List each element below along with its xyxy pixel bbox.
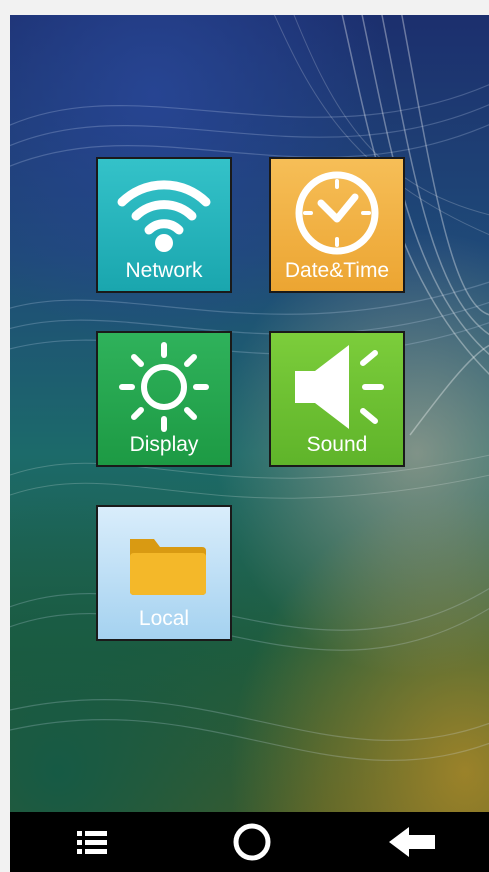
sun-icon [119,342,209,432]
clock-icon [295,171,379,255]
datetime-label: Date&Time [284,259,390,282]
back-arrow-icon [389,827,435,857]
screen: Network Date&Time Display Sound Local [10,15,489,872]
back-button[interactable] [372,812,452,872]
menu-list-icon [77,831,107,854]
sound-label: Sound [306,433,368,456]
home-button[interactable] [212,812,292,872]
network-tile[interactable]: Network [96,157,232,293]
wallpaper-swirl-lines [10,15,489,761]
display-tile[interactable]: Display [96,331,232,467]
wallpaper [10,15,489,812]
navigation-bar [10,812,489,872]
folder-icon [130,539,206,595]
network-label: Network [125,259,203,282]
sound-tile[interactable]: Sound [269,331,405,467]
local-label: Local [138,607,190,630]
datetime-tile[interactable]: Date&Time [269,157,405,293]
local-tile[interactable]: Local [96,505,232,641]
home-circle-icon [233,823,271,861]
wifi-icon [117,180,211,252]
display-label: Display [129,433,199,456]
menu-button[interactable] [52,812,132,872]
speaker-icon [295,345,384,429]
